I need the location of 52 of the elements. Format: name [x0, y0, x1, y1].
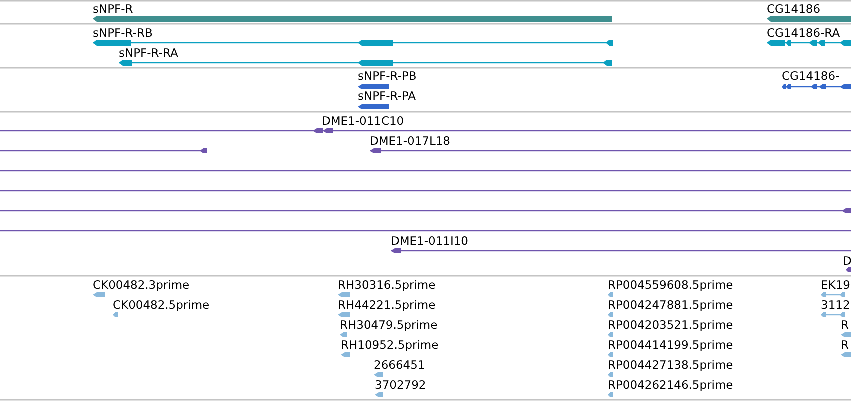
est-label: RH10952.5prime — [341, 338, 439, 352]
est-label: RP004262146.5prime — [608, 378, 734, 392]
protein-label: CG14186- — [782, 69, 840, 83]
clone-label: DME1-011C10 — [322, 114, 404, 128]
est-label: RP004414199.5prime — [608, 338, 734, 352]
est-label: RP004559608.5prime — [608, 278, 734, 292]
gene-label: CG14186 — [767, 2, 821, 16]
est-label: RP004247881.5prime — [608, 298, 734, 312]
est-label: RP004203521.5prime — [608, 318, 734, 332]
est-glyph — [93, 292, 105, 298]
est-glyph — [374, 372, 383, 378]
transcript-label: sNPF-R-RA — [119, 46, 178, 60]
clone-label: DME1-011I10 — [391, 234, 468, 248]
est-label: EK19 — [821, 278, 850, 292]
est-glyph — [375, 392, 383, 398]
est-label: 2666451 — [374, 358, 426, 372]
est-glyph — [341, 352, 350, 358]
protein-glyph — [782, 84, 851, 90]
est-label: R — [841, 318, 849, 332]
est-glyph — [608, 352, 613, 358]
gene-label: sNPF-R — [93, 2, 134, 16]
est-glyph — [608, 312, 613, 318]
transcript-label: CG14186-RA — [767, 26, 840, 40]
est-glyph — [340, 332, 347, 338]
est-glyph — [608, 392, 613, 398]
protein-label: sNPF-R-PB — [358, 69, 417, 83]
est-label: RH30479.5prime — [340, 318, 438, 332]
est-glyph — [113, 312, 118, 318]
est-glyph — [821, 292, 845, 298]
clone-label: D — [843, 254, 851, 268]
protein-label: sNPF-R-PA — [358, 89, 416, 103]
est-glyph — [841, 332, 851, 338]
est-glyph — [338, 292, 350, 298]
est-label: RP004427138.5prime — [608, 358, 734, 372]
clone-glyph — [846, 268, 851, 272]
est-label: CK00482.5prime — [113, 298, 210, 312]
est-label: 3112 — [821, 298, 850, 312]
est-glyph — [821, 312, 845, 318]
est-label: RH44221.5prime — [338, 298, 436, 312]
transcript-label: sNPF-R-RB — [93, 26, 153, 40]
est-glyph — [608, 372, 613, 378]
est-label: R — [841, 338, 849, 352]
est-glyph — [608, 292, 613, 298]
est-label: CK00482.3prime — [93, 278, 190, 292]
clone-label: DME1-017L18 — [370, 134, 450, 148]
est-label: 3702792 — [375, 378, 426, 392]
est-glyph — [608, 332, 613, 338]
protein-glyph — [358, 84, 389, 90]
est-label: RH30316.5prime — [338, 278, 436, 292]
protein-glyph — [358, 104, 389, 110]
est-glyph — [841, 352, 851, 358]
est-glyph — [338, 312, 350, 318]
